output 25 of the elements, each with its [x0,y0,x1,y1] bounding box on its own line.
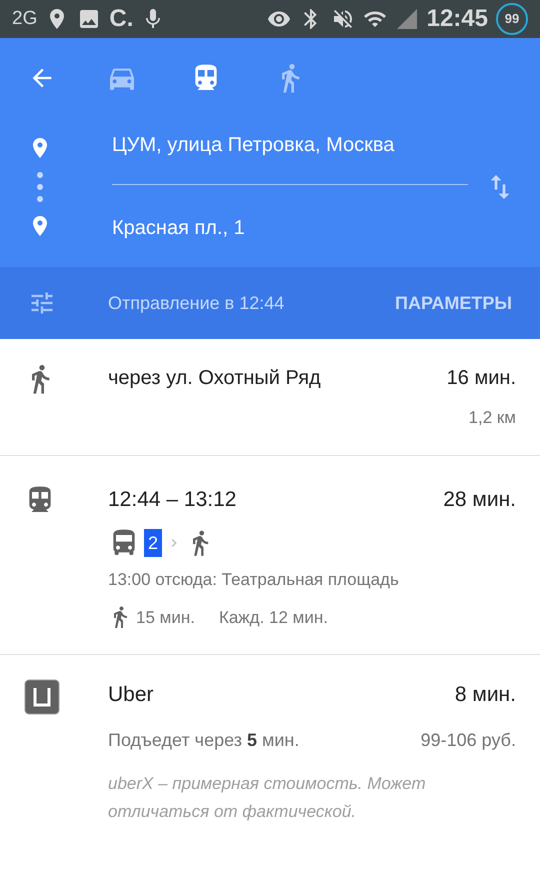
price-note: uberX – примерная стоимость. Может отличаться от фактической. [108,772,427,822]
origin-field[interactable]: ЦУМ, улица Петровка, Москва [112,130,468,185]
duration: 8 мин. [454,682,516,708]
route-title: через ул. Охотный Ряд [108,366,321,391]
dots-icon [37,172,43,202]
distance: 1,2 км [468,407,516,429]
departure-time[interactable]: Отправление в 12:44 [108,290,396,316]
ride-logo-icon [24,679,60,715]
options-button[interactable]: ПАРАМЕТРЫ [395,290,512,316]
line-number: 2 [144,529,162,557]
carrier-label: C. [109,4,134,34]
duration: 16 мин. [446,366,516,391]
route-title: 12:44 – 13:12 [108,486,236,512]
price: 99-106 руб. [420,728,516,752]
departure-stop: 13:00 отсюда: Театральная площадь [108,569,400,591]
frequency: Кажд. 12 мин. [218,606,328,628]
battery-indicator: 99 [496,3,528,35]
signal-icon [394,7,419,31]
pickup-time: Подъедет через 5 мин. [108,728,300,752]
duration: 28 мин. [443,486,516,512]
walk-time: 15 мин. [136,606,195,628]
destination-field[interactable]: Красная пл., 1 [112,185,468,243]
network-type: 2G [12,6,38,31]
service-name: Uber [108,682,154,708]
clock: 12:45 [426,4,488,34]
